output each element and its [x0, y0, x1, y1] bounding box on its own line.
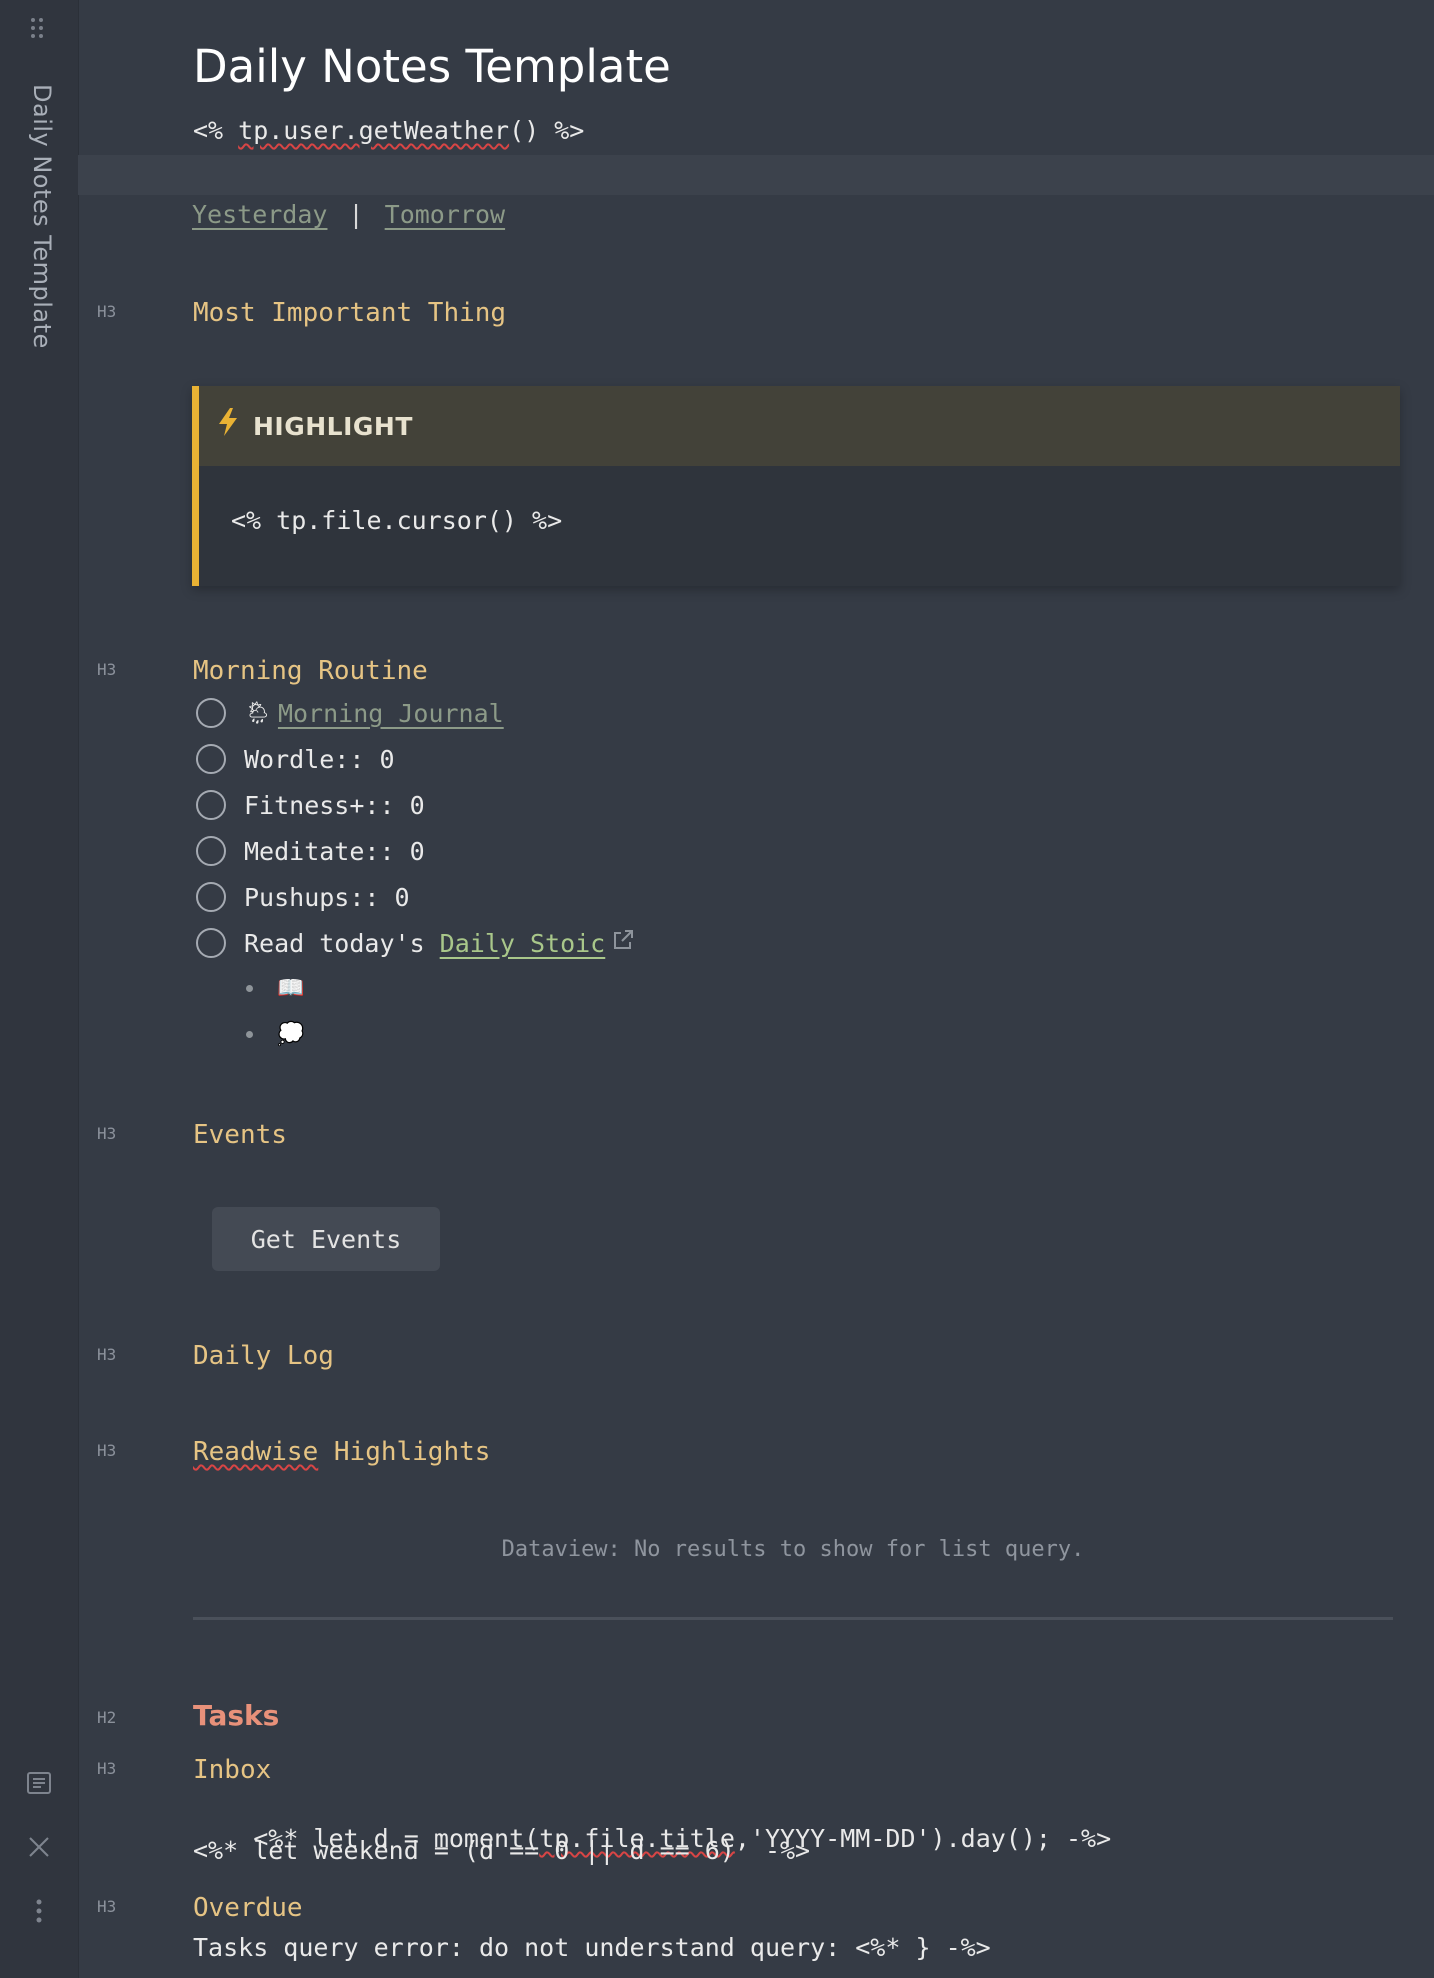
- weather-function: tp.user.getWeather: [238, 116, 510, 145]
- heading-readwise[interactable]: Readwise Highlights: [193, 1437, 490, 1467]
- sidebar-title[interactable]: Daily Notes Template: [28, 84, 56, 349]
- weather-prefix: <%: [193, 116, 239, 145]
- heading-daily-log[interactable]: Daily Log: [193, 1341, 334, 1371]
- task-checkbox[interactable]: [196, 790, 226, 820]
- bullet-dot: [246, 1031, 253, 1038]
- editor-content: Daily Notes Template <% tp.user.getWeath…: [78, 0, 1434, 1978]
- readwise-word: Readwise: [193, 1437, 319, 1467]
- tomorrow-link[interactable]: Tomorrow: [385, 200, 505, 229]
- active-line-highlight: [78, 155, 1434, 195]
- bullet-dot: [246, 985, 253, 992]
- task-item: Read today's Daily Stoic: [196, 928, 635, 958]
- dataview-empty-message: Dataview: No results to show for list qu…: [501, 1537, 1085, 1562]
- lightning-icon: [217, 407, 239, 445]
- callout-label: HIGHLIGHT: [253, 411, 413, 441]
- task-checkbox[interactable]: [196, 698, 226, 728]
- morning-journal-link[interactable]: Morning Journal: [278, 699, 504, 728]
- heading-tasks[interactable]: Tasks: [193, 1699, 279, 1732]
- close-icon[interactable]: [24, 1832, 54, 1862]
- template-code-line[interactable]: <%* let weekend = (d == 0 || d == 6) -%>: [193, 1836, 810, 1865]
- document-icon[interactable]: [24, 1768, 54, 1798]
- heading-level-marker: H3: [97, 1345, 117, 1364]
- task-text[interactable]: Fitness+:: 0: [244, 791, 425, 820]
- task-item: Wordle:: 0: [196, 744, 395, 774]
- highlights-word: Highlights: [318, 1437, 491, 1467]
- task-text[interactable]: Meditate:: 0: [244, 837, 425, 866]
- highlight-callout[interactable]: HIGHLIGHT <% tp.file.cursor() %>: [192, 386, 1400, 586]
- weather-template-line[interactable]: <% tp.user.getWeather() %>: [193, 116, 584, 145]
- task-item: Fitness+:: 0: [196, 790, 425, 820]
- yesterday-link[interactable]: Yesterday: [192, 200, 327, 229]
- day-navigation: Yesterday | Tomorrow: [192, 200, 505, 229]
- task-checkbox[interactable]: [196, 882, 226, 912]
- get-events-button[interactable]: Get Events: [212, 1207, 440, 1271]
- heading-events[interactable]: Events: [193, 1120, 287, 1150]
- list-item: 💭: [246, 1022, 304, 1047]
- heading-level-marker: H3: [97, 660, 117, 679]
- heading-inbox[interactable]: Inbox: [193, 1755, 271, 1785]
- task-item: Pushups:: 0: [196, 882, 410, 912]
- callout-header: HIGHLIGHT: [199, 386, 1400, 466]
- task-item: Meditate:: 0: [196, 836, 425, 866]
- note-title[interactable]: Daily Notes Template: [193, 40, 671, 93]
- tasks-query-error: Tasks query error: do not understand que…: [193, 1933, 991, 1962]
- heading-level-marker: H2: [97, 1708, 117, 1727]
- drag-handle-icon[interactable]: [30, 16, 44, 42]
- heading-level-marker: H3: [97, 1759, 117, 1778]
- daily-stoic-link[interactable]: Daily Stoic: [440, 929, 606, 958]
- heading-overdue[interactable]: Overdue: [193, 1893, 303, 1923]
- sidebar: Daily Notes Template: [0, 0, 79, 1978]
- nav-separator: |: [348, 200, 364, 229]
- callout-body[interactable]: <% tp.file.cursor() %>: [199, 466, 1400, 535]
- more-vertical-icon[interactable]: [24, 1896, 54, 1926]
- thought-emoji[interactable]: 💭: [277, 1022, 304, 1047]
- task-checkbox[interactable]: [196, 836, 226, 866]
- external-link-icon: [611, 928, 635, 958]
- heading-level-marker: H3: [97, 1441, 117, 1460]
- task-checkbox[interactable]: [196, 928, 226, 958]
- task-text[interactable]: Read today's: [244, 929, 440, 958]
- task-checkbox[interactable]: [196, 744, 226, 774]
- heading-most-important[interactable]: Most Important Thing: [193, 298, 506, 328]
- weather-suffix: () %>: [509, 116, 585, 145]
- task-text[interactable]: Wordle:: 0: [244, 745, 395, 774]
- task-text[interactable]: Pushups:: 0: [244, 883, 410, 912]
- heading-level-marker: H3: [97, 1897, 117, 1916]
- book-emoji[interactable]: 📖: [277, 976, 304, 1001]
- heading-level-marker: H3: [97, 302, 117, 321]
- weather-emoji: 🌦: [244, 700, 272, 726]
- heading-level-marker: H3: [97, 1124, 117, 1143]
- list-item: 📖: [246, 976, 304, 1001]
- task-item: 🌦 Morning Journal: [196, 698, 504, 728]
- heading-morning-routine[interactable]: Morning Routine: [193, 656, 428, 686]
- horizontal-rule: [193, 1617, 1393, 1620]
